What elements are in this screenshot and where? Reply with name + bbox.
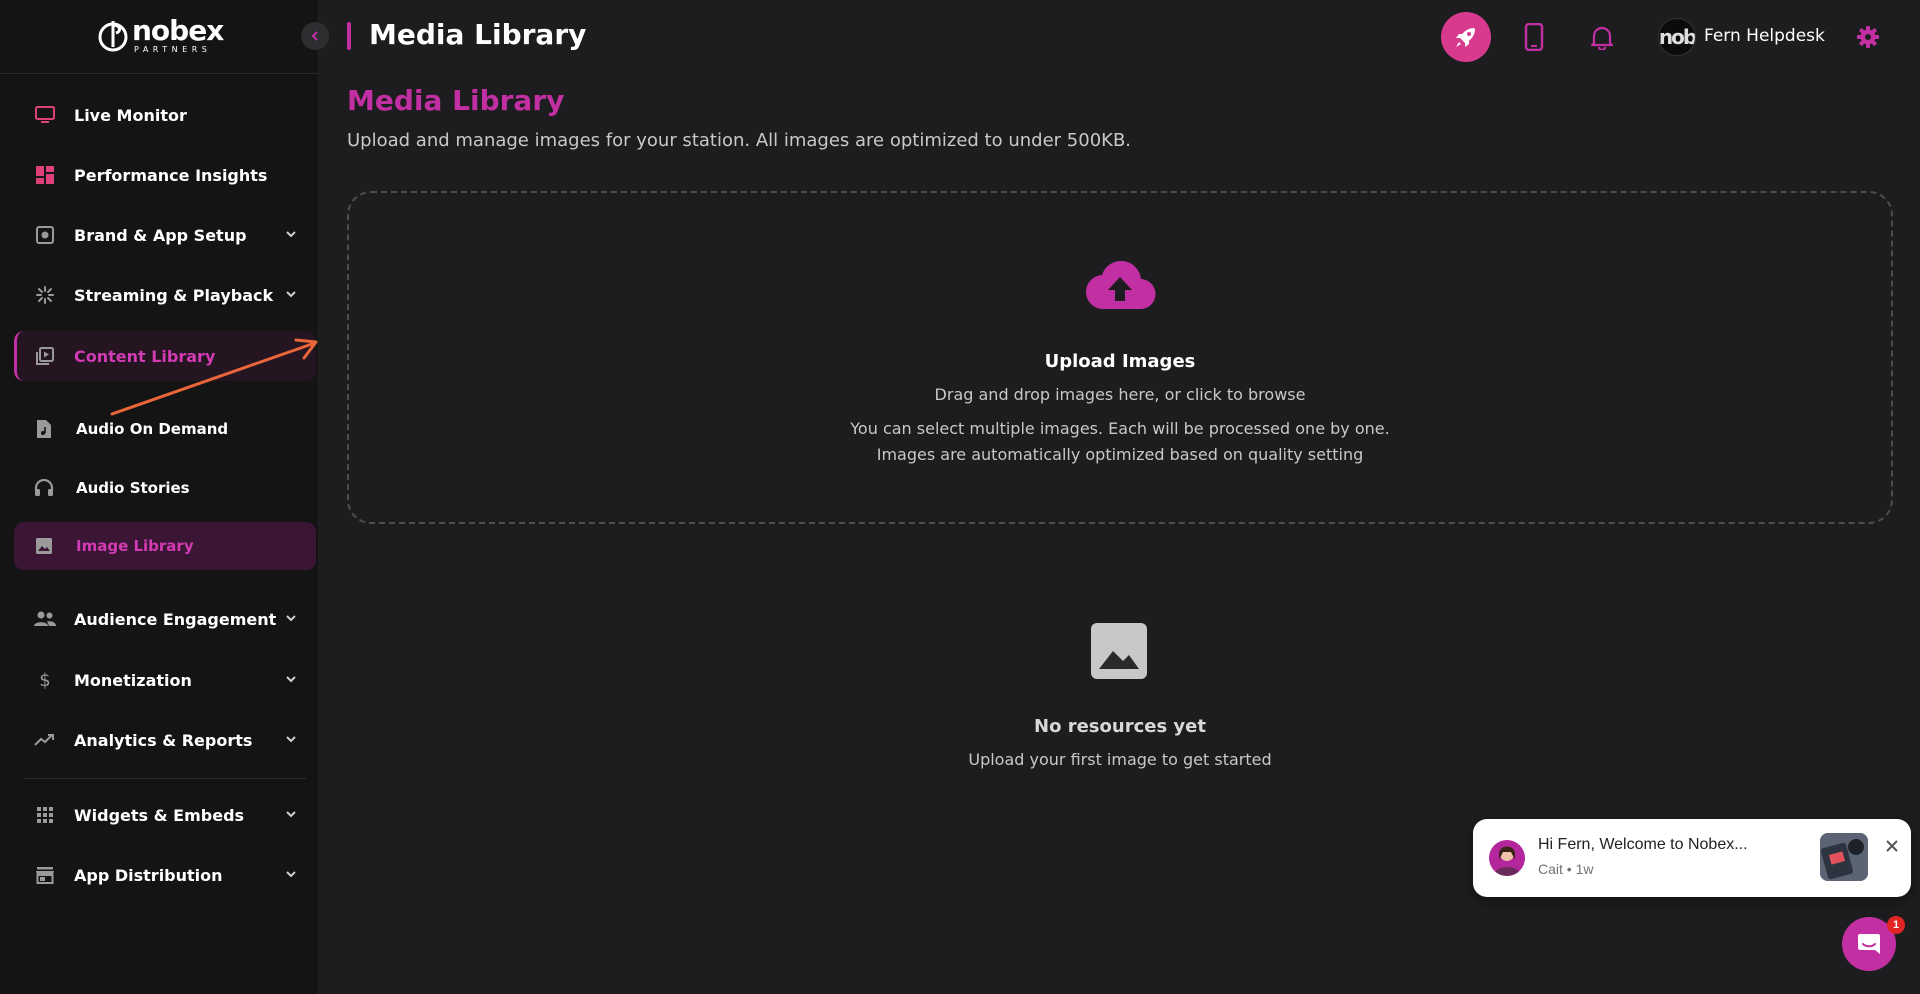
logo-word: nobex xyxy=(132,13,224,47)
sidebar-item-monetization[interactable]: $ Monetization xyxy=(14,655,316,705)
dollar-icon: $ xyxy=(39,669,51,691)
image-placeholder-icon xyxy=(1091,623,1147,679)
upload-note: You can select multiple images. Each wil… xyxy=(850,419,1390,438)
user-name[interactable]: Fern Helpdesk xyxy=(1704,26,1825,46)
smartphone-icon xyxy=(1524,23,1544,51)
store-icon xyxy=(34,864,56,886)
chevron-left-icon xyxy=(311,31,318,41)
chat-avatar xyxy=(1489,840,1525,876)
sidebar-item-live-monitor[interactable]: Live Monitor xyxy=(14,90,316,140)
chat-meta: Cait • 1w xyxy=(1538,861,1594,877)
sidebar-subitem-label: Audio Stories xyxy=(76,479,190,497)
people-icon xyxy=(34,608,56,630)
sidebar-subitem-label: Audio On Demand xyxy=(76,420,229,438)
sidebar-collapse-button[interactable] xyxy=(301,22,329,50)
chevron-down-icon xyxy=(286,736,296,743)
sidebar: nobex PARTNERS Live Monitor Performance … xyxy=(0,0,319,994)
brand-logo[interactable]: nobex PARTNERS xyxy=(98,13,224,54)
chevron-down-icon xyxy=(286,291,296,298)
sidebar-item-label: Performance Insights xyxy=(74,165,268,185)
sidebar-divider xyxy=(0,73,319,74)
upload-title: Upload Images xyxy=(1044,351,1196,372)
sidebar-item-label: Analytics & Reports xyxy=(74,730,253,750)
image-icon xyxy=(34,536,54,556)
bell-icon xyxy=(1590,26,1614,50)
sidebar-item-label: Monetization xyxy=(74,670,192,690)
sidebar-item-audience-engagement[interactable]: Audience Engagement xyxy=(14,594,316,644)
sidebar-subitem-label: Image Library xyxy=(76,537,194,555)
unread-badge: 1 xyxy=(1887,916,1905,934)
sidebar-item-label: Brand & App Setup xyxy=(74,225,247,245)
sidebar-item-label: Live Monitor xyxy=(74,105,187,125)
sidebar-item-content-library[interactable]: Content Library xyxy=(14,331,316,381)
sidebar-item-widgets-embeds[interactable]: Widgets & Embeds xyxy=(14,790,316,840)
chevron-down-icon xyxy=(286,676,296,683)
avatar[interactable]: nob xyxy=(1658,18,1696,56)
header-accent-bar xyxy=(347,22,351,50)
grid-icon xyxy=(34,804,56,826)
sidebar-item-analytics-reports[interactable]: Analytics & Reports xyxy=(14,715,316,765)
sidebar-item-performance-insights[interactable]: Performance Insights xyxy=(14,150,316,200)
empty-state-subtitle: Upload your first image to get started xyxy=(968,750,1272,769)
logo-mark-icon xyxy=(98,17,130,53)
headphones-icon xyxy=(34,478,54,498)
sparkle-icon xyxy=(34,284,56,306)
dashboard-icon xyxy=(34,164,56,186)
notifications-button[interactable] xyxy=(1577,12,1627,62)
chevron-down-icon xyxy=(286,615,296,622)
logo-subtitle: PARTNERS xyxy=(134,44,212,54)
mobile-preview-button[interactable] xyxy=(1509,12,1559,62)
chat-message: Hi Fern, Welcome to Nobex... xyxy=(1538,836,1748,853)
rocket-icon xyxy=(1456,28,1475,47)
sidebar-divider xyxy=(24,778,306,779)
trending-up-icon xyxy=(34,729,56,751)
close-icon[interactable] xyxy=(1882,836,1902,856)
sidebar-subitem-image-library[interactable]: Image Library xyxy=(14,522,316,570)
page-title: Media Library xyxy=(369,18,587,51)
upload-dropzone[interactable]: Upload Images Drag and drop images here,… xyxy=(347,191,1893,524)
launch-button[interactable] xyxy=(1441,12,1491,62)
chat-bubble-icon xyxy=(1858,934,1880,954)
sidebar-item-label: Widgets & Embeds xyxy=(74,805,245,825)
chevron-down-icon xyxy=(286,811,296,818)
sidebar-subitem-audio-stories[interactable]: Audio Stories xyxy=(14,464,316,512)
upload-subtitle: Drag and drop images here, or click to b… xyxy=(934,385,1306,404)
upload-note: Images are automatically optimized based… xyxy=(876,445,1364,464)
sidebar-item-label: Content Library xyxy=(74,346,216,366)
chevron-down-icon xyxy=(286,231,296,238)
monitor-icon xyxy=(34,104,56,126)
video-library-icon xyxy=(34,345,56,367)
audio-file-icon xyxy=(34,419,54,439)
sidebar-item-brand-app-setup[interactable]: Brand & App Setup xyxy=(14,210,316,260)
gear-icon xyxy=(1857,26,1879,48)
sidebar-item-label: Streaming & Playback xyxy=(74,285,274,305)
sidebar-item-label: App Distribution xyxy=(74,865,223,885)
sidebar-item-label: Audience Engagement xyxy=(74,609,277,629)
page-heading: Media Library xyxy=(347,84,565,117)
palette-icon xyxy=(34,224,56,246)
chevron-down-icon xyxy=(286,871,296,878)
sidebar-item-streaming-playback[interactable]: Streaming & Playback xyxy=(14,270,316,320)
cloud-upload-icon xyxy=(1085,260,1156,310)
empty-state-title: No resources yet xyxy=(1034,716,1206,737)
sidebar-subitem-audio-on-demand[interactable]: Audio On Demand xyxy=(14,405,316,453)
chat-notification[interactable]: Hi Fern, Welcome to Nobex... Cait • 1w xyxy=(1473,819,1911,897)
settings-button[interactable] xyxy=(1843,12,1893,62)
sidebar-item-app-distribution[interactable]: App Distribution xyxy=(14,850,316,900)
chat-thumbnail xyxy=(1820,833,1868,881)
page-description: Upload and manage images for your statio… xyxy=(347,130,1132,151)
